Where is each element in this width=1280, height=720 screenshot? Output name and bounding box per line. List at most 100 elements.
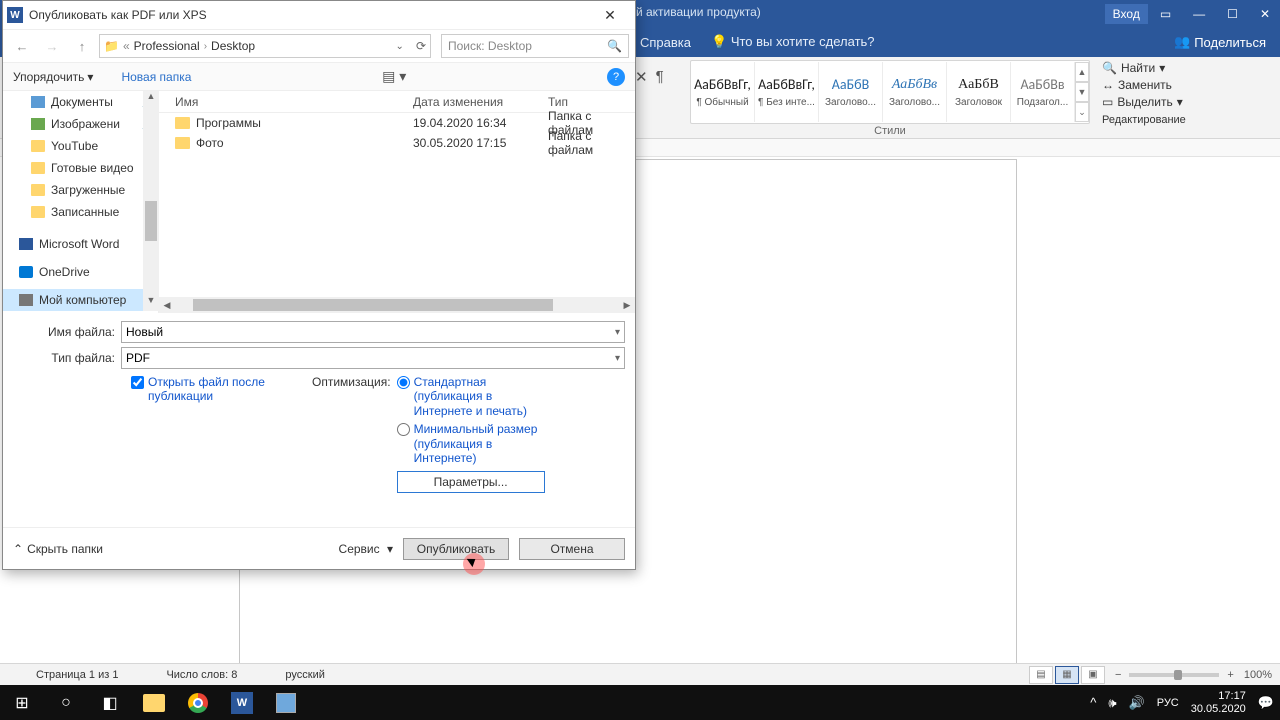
style-subtitle[interactable]: АаБбВвПодзагол... [1011, 62, 1075, 122]
sidebar-item-downloads[interactable]: Загруженные [3, 179, 158, 201]
zoom-out[interactable]: − [1115, 669, 1121, 681]
new-folder-button[interactable]: Новая папка [121, 70, 191, 84]
sidebar-item-youtube[interactable]: YouTube [3, 135, 158, 157]
breadcrumb[interactable]: Desktop [211, 39, 255, 53]
folder-icon: 📁 [104, 39, 119, 53]
cancel-button[interactable]: Отмена [519, 538, 625, 560]
editing-group: 🔍 Найти ▾ ↔ Заменить ▭ Выделить ▾ Редакт… [1102, 57, 1186, 138]
find-button[interactable]: 🔍 Найти ▾ [1102, 61, 1186, 75]
replace-button[interactable]: ↔ Заменить [1102, 78, 1186, 92]
view-read[interactable]: ▤ [1029, 666, 1053, 684]
sidebar-item-documents[interactable]: Документы📌 [3, 91, 158, 113]
dialog-close-button[interactable]: ✕ [589, 7, 631, 24]
tray-notifications-icon[interactable]: 💬 [1258, 695, 1274, 711]
share-button[interactable]: 👥 Поделиться [1174, 34, 1266, 50]
filetype-select[interactable]: PDF▾ [121, 347, 625, 369]
styles-label: Стили [690, 125, 1090, 137]
search-input[interactable]: Поиск: Desktop 🔍 [441, 34, 629, 58]
nav-forward-button[interactable]: → [39, 34, 65, 58]
list-item[interactable]: Фото 30.05.2020 17:15 Папка с файлам [159, 133, 635, 153]
task-view-button[interactable]: ◧ [88, 685, 132, 720]
ribbon-display-button[interactable]: ▭ [1150, 2, 1181, 26]
view-print[interactable]: ▦ [1055, 666, 1079, 684]
tray-chevron[interactable]: ^ [1090, 695, 1096, 710]
styles-up[interactable]: ▲ [1075, 62, 1089, 82]
start-button[interactable]: ⊞ [0, 685, 44, 720]
nav-up-button[interactable]: ↑ [69, 34, 95, 58]
filename-input[interactable]: Новый▾ [121, 321, 625, 343]
optimization-label: Оптимизация: [312, 375, 391, 389]
styles-gallery[interactable]: АаБбВвГг,¶ Обычный АаБбВвГг,¶ Без инте..… [690, 57, 1090, 138]
tray-network-icon[interactable]: 🕪 [1108, 695, 1116, 711]
paragraph-mark-icon[interactable]: ¶ [656, 68, 664, 86]
select-button[interactable]: ▭ Выделить ▾ [1102, 95, 1186, 109]
search-button[interactable]: ○ [44, 685, 88, 720]
zoom-in[interactable]: + [1227, 669, 1233, 681]
view-options-button[interactable]: ▤ ▾ [382, 68, 406, 85]
sidebar-item-msword[interactable]: Microsoft Word [3, 233, 158, 255]
sb-page[interactable]: Страница 1 из 1 [8, 664, 118, 686]
style-heading2[interactable]: АаБбВвЗаголово... [883, 62, 947, 122]
sidebar-item-images[interactable]: Изображени📌 [3, 113, 158, 135]
sidebar-item-records[interactable]: Записанные [3, 201, 158, 223]
dialog-title: Опубликовать как PDF или XPS [29, 8, 207, 22]
addr-drop[interactable]: ⌄ [396, 41, 404, 52]
help-button[interactable]: ? [607, 68, 625, 86]
opt-standard-label: Стандартная (публикация в Интернете и пе… [414, 375, 544, 418]
col-type[interactable]: Тип [548, 95, 635, 109]
tools-menu[interactable]: Сервис ▾ [339, 542, 393, 556]
file-list-scrollbar[interactable]: ◀▶ [159, 297, 635, 313]
sidebar-item-videos[interactable]: Готовые видео [3, 157, 158, 179]
style-title[interactable]: АаБбВЗаголовок [947, 62, 1011, 122]
col-name[interactable]: Имя [175, 95, 413, 109]
search-icon: 🔍 [607, 39, 622, 53]
zoom-value[interactable]: 100% [1244, 669, 1272, 681]
address-bar[interactable]: 📁 « Professional › Desktop ⌄ ⟳ [99, 34, 431, 58]
tray-volume-icon[interactable]: 🔊 [1129, 695, 1145, 711]
sb-lang[interactable]: русский [257, 664, 324, 686]
taskbar-word[interactable]: W [220, 685, 264, 720]
tell-me[interactable]: 💡 Что вы хотите сделать? [711, 34, 875, 50]
tab-help[interactable]: Справка [640, 35, 691, 50]
sb-words[interactable]: Число слов: 8 [138, 664, 237, 686]
statusbar: Страница 1 из 1 Число слов: 8 русский ▤ … [0, 663, 1280, 685]
zoom-slider[interactable] [1129, 673, 1219, 677]
taskbar-app[interactable] [264, 685, 308, 720]
opt-standard-radio[interactable] [397, 376, 410, 389]
styles-more[interactable]: ⌄ [1075, 102, 1089, 122]
publish-button[interactable]: Опубликовать [403, 538, 509, 560]
minimize-button[interactable]: — [1183, 2, 1215, 26]
taskbar-explorer[interactable] [132, 685, 176, 720]
organize-button[interactable]: Упорядочить ▾ [13, 70, 93, 84]
sidebar-item-onedrive[interactable]: OneDrive [3, 261, 158, 283]
view-web[interactable]: ▣ [1081, 666, 1105, 684]
maximize-button[interactable]: ☐ [1217, 2, 1248, 26]
open-after-checkbox[interactable] [131, 376, 144, 389]
save-as-dialog: W Опубликовать как PDF или XPS ✕ ← → ↑ 📁… [2, 0, 636, 570]
nav-back-button[interactable]: ← [9, 34, 35, 58]
tray-clock[interactable]: 17:1730.05.2020 [1191, 690, 1246, 714]
folder-icon [175, 117, 190, 129]
signin-button[interactable]: Вход [1105, 4, 1148, 24]
options-button[interactable]: Параметры... [397, 471, 545, 493]
close-button[interactable]: ✕ [1250, 2, 1280, 26]
open-after-label: Открыть файл после публикации [148, 375, 296, 403]
style-heading1[interactable]: АаБбВЗаголово... [819, 62, 883, 122]
opt-minimal-radio[interactable] [397, 423, 410, 436]
refresh-button[interactable]: ⟳ [416, 39, 426, 53]
taskbar-chrome[interactable] [176, 685, 220, 720]
clear-format-icon[interactable]: ✕ [635, 68, 648, 86]
sidebar-item-this-pc[interactable]: Мой компьютер [3, 289, 158, 311]
opt-minimal-label: Минимальный размер (публикация в Интерне… [414, 422, 544, 465]
folder-icon [175, 137, 190, 149]
breadcrumb[interactable]: Professional [134, 39, 200, 53]
sidebar-scrollbar[interactable]: ▲▼ [143, 91, 159, 311]
col-date[interactable]: Дата изменения [413, 95, 548, 109]
styles-down[interactable]: ▼ [1075, 82, 1089, 102]
style-normal[interactable]: АаБбВвГг,¶ Обычный [691, 62, 755, 122]
hide-folders-button[interactable]: ⌃ Скрыть папки [13, 542, 103, 556]
word-icon: W [7, 7, 23, 23]
tray-lang[interactable]: РУС [1157, 697, 1179, 709]
style-no-spacing[interactable]: АаБбВвГг,¶ Без инте... [755, 62, 819, 122]
editing-label: Редактирование [1102, 114, 1186, 126]
